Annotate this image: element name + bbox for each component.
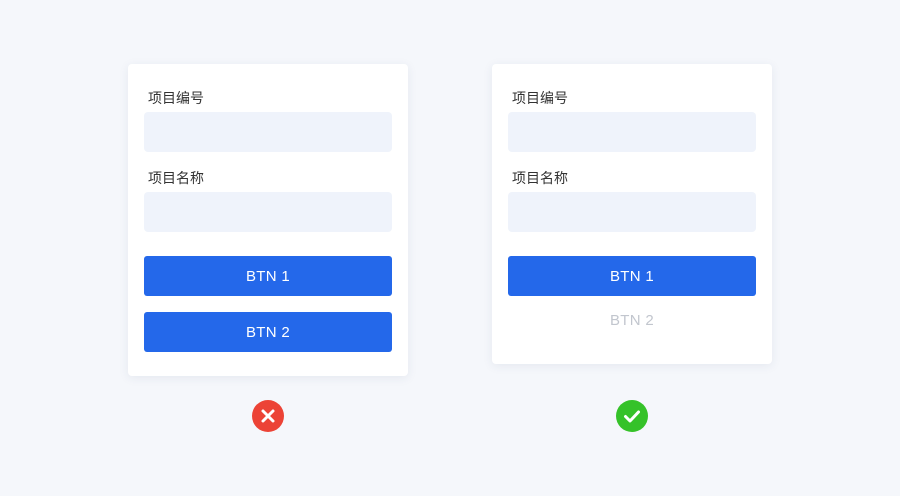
close-icon xyxy=(261,409,275,423)
project-number-input[interactable] xyxy=(508,112,756,152)
wrong-status-badge xyxy=(252,400,284,432)
project-number-label: 项目编号 xyxy=(148,91,204,107)
project-name-label: 项目名称 xyxy=(512,171,568,187)
btn-2-text-button[interactable]: BTN 2 xyxy=(508,300,756,340)
check-icon xyxy=(624,410,640,423)
project-number-input[interactable] xyxy=(144,112,392,152)
btn-2-button[interactable]: BTN 2 xyxy=(144,312,392,352)
project-name-input[interactable] xyxy=(508,192,756,232)
project-name-input[interactable] xyxy=(144,192,392,232)
right-example-form-card: 项目编号 项目名称 BTN 1 BTN 2 xyxy=(492,64,772,364)
wrong-example-form-card: 项目编号 项目名称 BTN 1 BTN 2 xyxy=(128,64,408,376)
btn-1-button[interactable]: BTN 1 xyxy=(144,256,392,296)
btn-1-button[interactable]: BTN 1 xyxy=(508,256,756,296)
project-number-label: 项目编号 xyxy=(512,91,568,107)
right-status-badge xyxy=(616,400,648,432)
project-name-label: 项目名称 xyxy=(148,171,204,187)
